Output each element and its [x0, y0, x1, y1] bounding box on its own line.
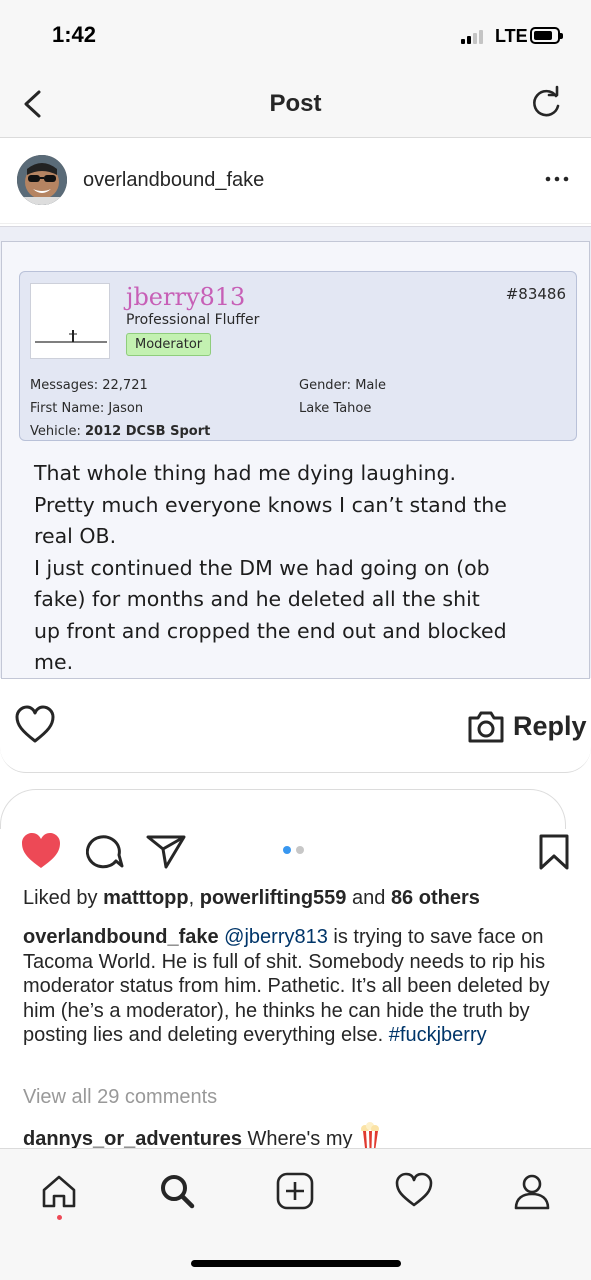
post-author-name[interactable]: overlandbound_fake: [83, 169, 264, 192]
share-direct-icon[interactable]: [146, 833, 186, 869]
liker-username[interactable]: matttopp: [103, 887, 189, 909]
avatar[interactable]: [17, 155, 67, 205]
caption-mention[interactable]: @jberry813: [224, 926, 328, 948]
post-image[interactable]: jberry813 Professional Fluffer Moderator…: [0, 226, 591, 679]
nav-header: Post: [0, 70, 591, 138]
forum-user-stats: Messages: 22,721 First Name: Jason Vehic…: [30, 374, 210, 443]
home-indicator[interactable]: [191, 1260, 401, 1267]
refresh-button[interactable]: [526, 84, 566, 124]
liker-username[interactable]: powerlifting559: [200, 887, 347, 909]
forum-body-line: fake) for months and he deleted all the …: [34, 587, 480, 611]
dm-screenshot-strip: Reply: [0, 679, 591, 773]
forum-profile-card: jberry813 Professional Fluffer Moderator…: [19, 271, 577, 441]
search-tab-icon[interactable]: [157, 1171, 197, 1211]
forum-body-line: me.: [34, 650, 74, 674]
like-heart-icon[interactable]: [20, 832, 62, 870]
carousel-dot-active: [283, 846, 291, 854]
signal-strength-icon: [461, 30, 483, 44]
forum-body-line: real OB.: [34, 524, 117, 548]
comment-icon[interactable]: [86, 833, 124, 869]
forum-body-line: up front and cropped the end out and blo…: [34, 618, 507, 643]
save-bookmark-icon[interactable]: [538, 833, 570, 871]
avatar-image-icon: [17, 155, 67, 205]
location: Lake Tahoe: [299, 401, 372, 416]
status-bar: 1:42 LTE: [0, 0, 591, 70]
post-caption: overlandbound_fake @jberry813 is trying …: [23, 925, 573, 1048]
forum-body-line: That whole thing had me dying laughing.: [34, 461, 457, 485]
forum-post-screenshot: jberry813 Professional Fluffer Moderator…: [1, 241, 590, 679]
forum-post-number: #83486: [505, 285, 566, 303]
heart-icon: [15, 705, 55, 743]
comment-author[interactable]: dannys_or_adventures: [23, 1128, 242, 1148]
battery-icon: [530, 27, 563, 44]
vehicle: Vehicle: 2012 DCSB Sport: [30, 424, 211, 439]
moderator-badge: Moderator: [126, 333, 212, 356]
dm-reply-label: Reply: [513, 711, 587, 741]
forum-avatar-icon: [35, 330, 107, 343]
status-time: 1:42: [52, 22, 97, 47]
forum-body-line: Pretty much everyone knows I can’t stand…: [34, 492, 507, 517]
forum-username: jberry813: [126, 283, 246, 311]
home-notification-dot: [57, 1215, 62, 1220]
network-label: LTE: [495, 26, 528, 46]
activity-heart-tab-icon[interactable]: [394, 1171, 434, 1211]
more-options-button[interactable]: [544, 169, 570, 189]
post-header: overlandbound_fake: [0, 139, 591, 224]
forum-avatar: [30, 283, 110, 359]
bottom-tab-bar: [0, 1148, 591, 1280]
popcorn-emoji-icon: [360, 1122, 379, 1148]
view-all-comments-link[interactable]: View all 29 comments: [23, 1086, 217, 1109]
first-name: First Name: Jason: [30, 401, 144, 416]
gender: Gender: Male: [299, 378, 386, 393]
camera-icon: [468, 711, 504, 743]
new-post-tab-icon[interactable]: [275, 1171, 315, 1211]
profile-tab-icon[interactable]: [512, 1171, 552, 1211]
forum-user-details: Gender: Male Lake Tahoe: [299, 374, 386, 420]
caption-author[interactable]: overlandbound_fake: [23, 926, 219, 948]
forum-user-title: Professional Fluffer: [126, 312, 260, 328]
post-action-bar: [0, 827, 591, 877]
likes-others-count[interactable]: 86 others: [391, 887, 480, 909]
messages-count: Messages: 22,721: [30, 378, 148, 393]
carousel-dot: [296, 846, 304, 854]
home-tab-icon[interactable]: [39, 1171, 79, 1211]
page-title: Post: [269, 90, 322, 117]
dm-next-message-bubble: [0, 789, 566, 829]
forum-post-body: That whole thing had me dying laughing. …: [34, 458, 574, 679]
comment-text: Where's my: [247, 1128, 353, 1148]
forum-body-line: I just continued the DM we had going on …: [34, 555, 490, 580]
carousel-indicator: [283, 846, 304, 854]
likes-summary[interactable]: Liked by matttopp, powerlifting559 and 8…: [23, 887, 480, 910]
comment-preview: dannys_or_adventures Where's my: [23, 1122, 583, 1148]
caption-hashtag[interactable]: #fuckjberry: [389, 1024, 487, 1046]
